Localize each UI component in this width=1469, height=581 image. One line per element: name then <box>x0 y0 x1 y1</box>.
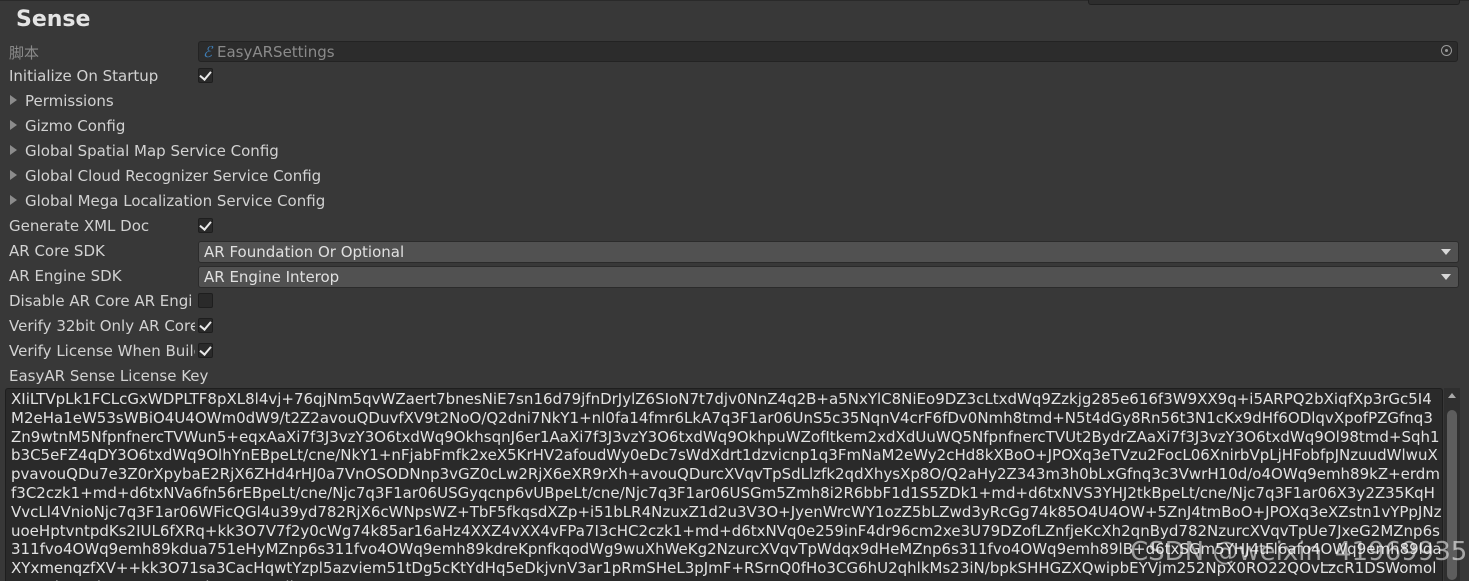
generate-xml-doc-checkbox[interactable] <box>198 218 213 233</box>
foldout-arrow-icon <box>10 95 17 105</box>
foldout-cloud-recognizer-header[interactable]: Global Cloud Recognizer Service Config <box>10 167 321 185</box>
verify-32bit-row: Verify 32bit Only AR Core <box>0 315 1469 340</box>
ar-engine-sdk-value: AR Engine Interop <box>204 268 340 286</box>
initialize-on-startup-label: Initialize On Startup <box>9 67 159 85</box>
ar-engine-sdk-label: AR Engine SDK <box>9 267 122 285</box>
verify-license-row: Verify License When Builc <box>0 340 1469 365</box>
foldout-arrow-icon <box>10 120 17 130</box>
ar-core-sdk-value: AR Foundation Or Optional <box>204 243 405 261</box>
foldout-permissions[interactable]: Permissions <box>0 90 1469 115</box>
foldout-label: Permissions <box>25 92 114 110</box>
foldout-global-mega-localization-service-config[interactable]: Global Mega Localization Service Config <box>0 190 1469 215</box>
foldout-mega-localization-header[interactable]: Global Mega Localization Service Config <box>10 192 325 210</box>
foldout-label: Global Cloud Recognizer Service Config <box>25 167 322 185</box>
foldout-global-spatial-map-service-config[interactable]: Global Spatial Map Service Config <box>0 140 1469 165</box>
foldout-permissions-header[interactable]: Permissions <box>10 92 114 110</box>
foldout-arrow-icon <box>10 170 17 180</box>
object-picker-icon[interactable] <box>1441 45 1452 56</box>
script-field-label: 脚本 <box>9 44 40 62</box>
foldout-global-cloud-recognizer-service-config[interactable]: Global Cloud Recognizer Service Config <box>0 165 1469 190</box>
scroll-up-arrow-icon[interactable] <box>1448 393 1456 398</box>
ar-engine-sdk-row: AR Engine SDK AR Engine Interop <box>0 265 1469 290</box>
ar-engine-sdk-dropdown[interactable]: AR Engine Interop <box>198 266 1459 288</box>
script-icon: ℰ <box>203 43 213 61</box>
disable-arcore-row: Disable AR Core AR Engi <box>0 290 1469 315</box>
script-object-value: EasyARSettings <box>217 43 335 61</box>
ar-core-sdk-row: AR Core SDK AR Foundation Or Optional <box>0 240 1469 265</box>
script-field-row: 脚本 ℰ EasyARSettings <box>0 40 1469 65</box>
verify-32bit-label: Verify 32bit Only AR Core <box>9 317 195 335</box>
foldout-arrow-icon <box>10 145 17 155</box>
script-object-field[interactable]: ℰ EasyARSettings <box>198 41 1458 62</box>
foldout-spatial-map-header[interactable]: Global Spatial Map Service Config <box>10 142 279 160</box>
foldout-label: Gizmo Config <box>25 117 126 135</box>
header-stub <box>1088 0 1460 5</box>
ar-core-sdk-dropdown[interactable]: AR Foundation Or Optional <box>198 241 1459 263</box>
foldout-label: Global Spatial Map Service Config <box>25 142 279 160</box>
generate-xml-doc-row: Generate XML Doc <box>0 215 1469 240</box>
foldout-label: Global Mega Localization Service Config <box>25 192 326 210</box>
dropdown-arrow-icon <box>1441 249 1451 255</box>
component-title: Sense <box>16 7 91 32</box>
checkmark-icon <box>199 218 212 231</box>
initialize-on-startup-checkbox[interactable] <box>198 68 213 83</box>
checkmark-icon <box>199 343 212 356</box>
license-key-label: EasyAR Sense License Key <box>9 367 209 385</box>
verify-license-checkbox[interactable] <box>198 343 213 358</box>
dropdown-arrow-icon <box>1441 274 1451 280</box>
verify-license-label: Verify License When Builc <box>9 342 195 360</box>
watermark: CSDN @weixin_41969935 <box>1130 537 1468 567</box>
disable-arcore-label: Disable AR Core AR Engi <box>9 292 193 310</box>
ar-core-sdk-label: AR Core SDK <box>9 242 105 260</box>
verify-32bit-checkbox[interactable] <box>198 318 213 333</box>
checkmark-icon <box>199 318 212 331</box>
initialize-on-startup-row: Initialize On Startup <box>0 65 1469 90</box>
license-key-row: EasyAR Sense License Key <box>0 365 1469 390</box>
checkmark-icon <box>199 68 212 81</box>
foldout-gizmo-config[interactable]: Gizmo Config <box>0 115 1469 140</box>
foldout-gizmo-config-header[interactable]: Gizmo Config <box>10 117 125 135</box>
disable-arcore-checkbox[interactable] <box>198 293 213 308</box>
foldout-arrow-icon <box>10 195 17 205</box>
generate-xml-doc-label: Generate XML Doc <box>9 217 150 235</box>
